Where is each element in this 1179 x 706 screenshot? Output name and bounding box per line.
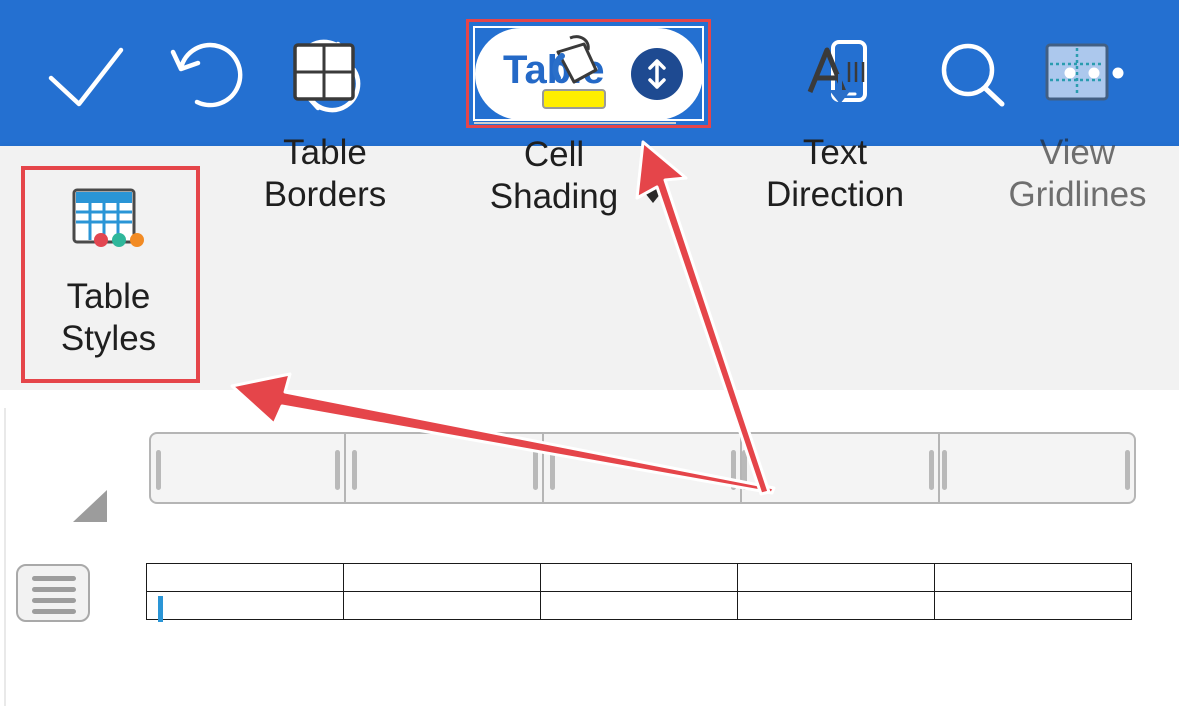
undo-icon[interactable]	[167, 38, 247, 113]
table-styles-highlight	[21, 166, 200, 383]
checkmark-icon[interactable]	[46, 38, 126, 113]
table-select-corner[interactable]	[73, 490, 107, 522]
column-marker-handle[interactable]	[731, 450, 736, 490]
view-gridlines-button[interactable]: View Gridlines	[990, 0, 1165, 244]
column-marker-handle[interactable]	[550, 450, 555, 490]
table-row	[146, 563, 1132, 592]
table-cell[interactable]	[343, 591, 541, 620]
table-cell[interactable]	[737, 591, 935, 620]
view-gridlines-icon	[1044, 42, 1110, 102]
table-borders-icon	[292, 42, 356, 102]
column-marker-handle[interactable]	[742, 450, 747, 490]
table-cell[interactable]	[737, 563, 935, 592]
table-row	[146, 591, 1132, 620]
table-cell[interactable]	[343, 563, 541, 592]
column-marker-handle[interactable]	[335, 450, 340, 490]
cell-shading-divider	[474, 122, 676, 124]
column-marker-handle[interactable]	[1125, 450, 1130, 490]
table-cell[interactable]	[146, 591, 344, 620]
table-borders-button[interactable]: Table Borders	[240, 0, 410, 244]
column-marker-handle[interactable]	[352, 450, 357, 490]
table-cell[interactable]	[934, 591, 1132, 620]
text-direction-button[interactable]: Text Direction	[750, 0, 920, 244]
ruler-divider	[542, 434, 544, 502]
text-cursor	[158, 596, 163, 622]
cell-shading-label: Cell Shading	[489, 135, 619, 216]
paint-bucket-icon	[540, 32, 610, 112]
cell-shading-button[interactable]: Cell Shading	[470, 0, 680, 244]
table-cell[interactable]	[540, 563, 738, 592]
column-marker-handle[interactable]	[929, 450, 934, 490]
column-marker-handle[interactable]	[156, 450, 161, 490]
ruler-divider	[344, 434, 346, 502]
text-direction-label: Text Direction	[765, 133, 905, 214]
table-cell[interactable]	[540, 591, 738, 620]
row-handle-icon[interactable]	[16, 564, 90, 622]
chevron-down-icon[interactable]	[641, 188, 665, 203]
ruler-divider	[938, 434, 940, 502]
page-edge	[4, 408, 6, 706]
document-table[interactable]	[146, 563, 1132, 620]
table-cell[interactable]	[934, 563, 1132, 592]
table-cell[interactable]	[146, 563, 344, 592]
text-direction-icon	[805, 46, 869, 106]
column-ruler[interactable]	[149, 432, 1136, 504]
column-marker-handle[interactable]	[533, 450, 538, 490]
view-gridlines-label: View Gridlines	[1008, 133, 1147, 214]
table-borders-label: Table Borders	[263, 133, 387, 214]
column-marker-handle[interactable]	[942, 450, 947, 490]
